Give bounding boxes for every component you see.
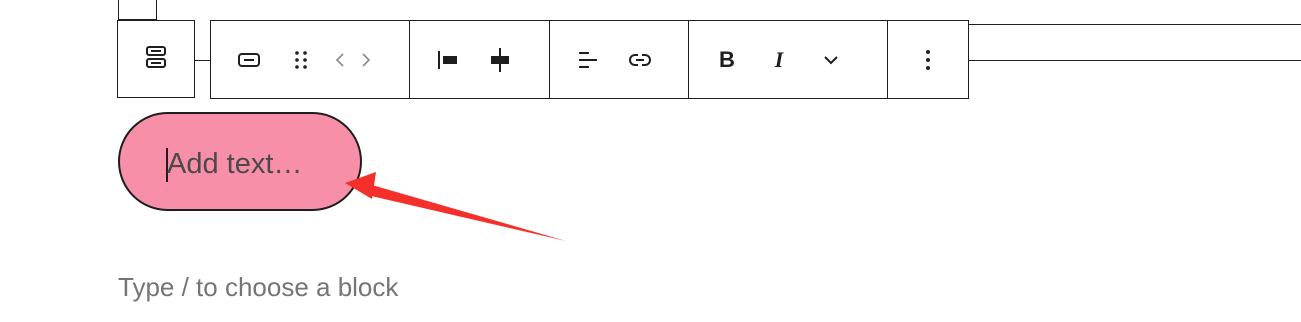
- more-formatting-button[interactable]: [807, 36, 855, 84]
- link-button[interactable]: [616, 36, 664, 84]
- block-outline-line: [969, 60, 1301, 61]
- drag-handle-button[interactable]: [277, 36, 325, 84]
- text-align-icon: [576, 49, 600, 71]
- move-arrows-icon: [333, 50, 373, 70]
- move-left-right-button[interactable]: [329, 36, 377, 84]
- toolbar-group-justify: [410, 21, 550, 98]
- justify-left-button[interactable]: [424, 36, 472, 84]
- more-options-icon: [924, 48, 932, 72]
- text-align-button[interactable]: [564, 36, 612, 84]
- italic-button[interactable]: I: [755, 36, 803, 84]
- group-block-icon: [144, 44, 168, 75]
- drag-handle-icon: [293, 49, 309, 71]
- italic-icon: I: [774, 46, 784, 72]
- toolbar-connector: [195, 60, 211, 61]
- toolbar-group-block: [211, 21, 410, 98]
- top-border-left: [118, 0, 119, 20]
- justify-left-icon: [435, 49, 461, 71]
- justify-center-button[interactable]: [476, 36, 524, 84]
- link-icon: [628, 51, 652, 69]
- toolbar-group-options: [888, 21, 968, 98]
- bold-icon: B: [719, 46, 735, 72]
- justify-center-icon: [487, 47, 513, 73]
- top-border-right: [156, 0, 157, 20]
- toolbar-group-text: [550, 21, 689, 98]
- button-block[interactable]: Add text…: [118, 112, 362, 211]
- button-block-icon: [236, 51, 262, 69]
- chevron-down-icon: [821, 53, 841, 67]
- button-text-placeholder[interactable]: Add text…: [167, 146, 302, 182]
- block-appender-hint[interactable]: Type / to choose a block: [118, 270, 398, 304]
- button-block-type-button[interactable]: [225, 36, 273, 84]
- block-toolbar: B I: [210, 20, 969, 99]
- options-button[interactable]: [904, 36, 952, 84]
- bold-button[interactable]: B: [703, 36, 751, 84]
- select-parent-block-button[interactable]: [117, 20, 195, 98]
- arrow-shaft: [365, 183, 566, 241]
- toolbar-group-format: B I: [689, 21, 888, 98]
- block-outline-top: [969, 24, 1301, 25]
